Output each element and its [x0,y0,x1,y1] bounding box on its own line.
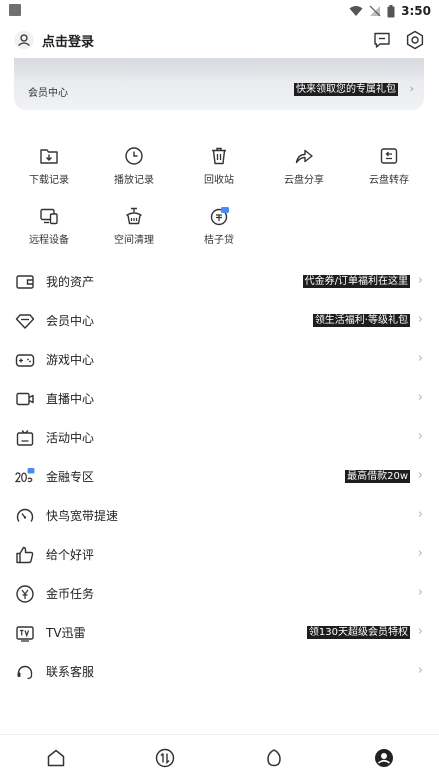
grid-item-play-history[interactable]: 播放记录 [99,145,169,186]
grid-item-label: 回收站 [204,175,234,186]
menu-item-label: TV迅雷 [46,626,86,640]
status-time: 3:50 [401,4,431,18]
grid-item-remote-device[interactable]: 远程设备 [14,205,84,246]
login-button[interactable]: 点击登录 [14,26,94,54]
gamepad-icon [15,354,35,367]
cloud-transfer-icon [380,148,398,164]
recycle-bin-icon [212,147,226,165]
cloud-share-icon [295,149,313,164]
chevron-right-icon: › [417,663,423,678]
remote-device-icon [40,208,58,225]
battery-icon [387,4,395,17]
chevron-right-icon: › [417,585,423,600]
bottom-nav [0,734,439,781]
menu-item-label: 游戏中心 [46,353,95,367]
grid-item-label: 云盘分享 [284,175,324,186]
menu-item-finance-zone[interactable]: 金融专区 最高借款20w › [0,457,439,496]
chevron-right-icon: › [417,351,423,366]
grid-item-cloud-transfer[interactable]: 云盘转存 [354,145,424,186]
finance-icon [15,468,35,483]
menu-item-broadband-boost[interactable]: 快鸟宽带提速 › [0,496,439,535]
grid-item-cloud-share[interactable]: 云盘分享 [269,145,339,186]
grid-item-space-clean[interactable]: 空间清理 [99,205,169,246]
user-avatar-icon [14,30,34,50]
menu-item-label: 我的资产 [46,275,95,289]
grid-item-recycle-bin[interactable]: 回收站 [184,145,254,186]
nav-home-icon[interactable] [45,747,67,769]
tv-box-icon [16,430,34,446]
grid-item-label: 远程设备 [29,235,69,246]
grid-item-download-record[interactable]: 下载记录 [14,145,84,186]
chevron-right-icon: › [417,312,423,327]
chevron-right-icon: › [417,273,423,288]
space-clean-icon [126,207,142,225]
headset-icon [17,665,33,680]
menu-item-live-center[interactable]: 直播中心 › [0,379,439,418]
menu-item-game-center[interactable]: 游戏中心 › [0,340,439,379]
menu-item-label: 活动中心 [46,431,95,445]
menu-item-label: 快鸟宽带提速 [46,509,119,523]
chevron-right-icon: › [417,390,423,405]
video-camera-icon [16,392,34,406]
grid-item-label: 桔子贷 [204,235,234,246]
vip-card[interactable]: 会员中心 快来领取您的专属礼包 › [14,58,424,110]
chevron-right-icon: › [417,507,423,522]
menu-item-promo: 代金券/订单福利在这里 [302,275,410,288]
download-record-icon [40,149,58,164]
thumbs-up-icon [16,546,34,564]
grid-item-label: 云盘转存 [369,175,409,186]
chevron-right-icon: › [409,82,414,95]
header: 点击登录 [0,26,439,54]
chevron-right-icon: › [417,624,423,639]
chevron-right-icon: › [417,546,423,561]
nav-transfer-icon[interactable] [154,747,176,769]
vip-card-promo: 快来领取您的专属礼包 [294,83,398,96]
menu-item-vip-center[interactable]: 会员中心 领生活福利·等级礼包 › [0,301,439,340]
diamond-icon [15,314,35,329]
tv-icon [16,626,34,642]
juzi-loan-icon [210,207,229,226]
menu-item-label: 金币任务 [46,587,95,601]
grid-item-label: 下载记录 [29,175,69,186]
message-icon[interactable] [372,30,392,50]
menu-item-promo: 领130天超级会员特权 [306,626,410,639]
chevron-right-icon: › [417,429,423,444]
menu-item-label: 会员中心 [46,314,95,328]
menu-item-event-center[interactable]: 活动中心 › [0,418,439,457]
play-history-icon [125,147,143,165]
menu-item-my-assets[interactable]: 我的资产 代金券/订单福利在这里 › [0,262,439,301]
menu-item-label: 直播中心 [46,392,95,406]
coin-icon [16,585,34,603]
nav-cloud-icon[interactable] [263,747,285,769]
settings-icon[interactable] [405,30,425,50]
menu-item-tv-xunlei[interactable]: TV迅雷 领130天超级会员特权 › [0,613,439,652]
login-label: 点击登录 [42,34,95,50]
menu-item-customer-service[interactable]: 联系客服 › [0,652,439,691]
status-indicators: 3:50 [349,2,431,20]
notification-icon [9,4,21,16]
menu-item-label: 给个好评 [46,548,95,562]
chevron-right-icon: › [417,468,423,483]
status-bar: 3:50 [0,0,439,22]
vip-card-label: 会员中心 [28,88,68,99]
signal-icon [369,5,381,17]
menu-item-label: 金融专区 [46,470,95,484]
menu-item-rate-us[interactable]: 给个好评 › [0,535,439,574]
grid-item-juzi-loan[interactable]: 桔子贷 [184,205,254,246]
nav-profile-icon[interactable] [373,747,395,769]
menu-item-promo: 最高借款20w [345,470,410,483]
grid-item-label: 播放记录 [114,175,154,186]
wifi-icon [349,6,363,16]
menu-item-promo: 领生活福利·等级礼包 [312,314,410,327]
wallet-icon [16,275,34,289]
menu-item-label: 联系客服 [46,665,95,679]
speedometer-icon [16,508,34,522]
menu-item-coin-tasks[interactable]: 金币任务 › [0,574,439,613]
grid-item-label: 空间清理 [114,235,154,246]
